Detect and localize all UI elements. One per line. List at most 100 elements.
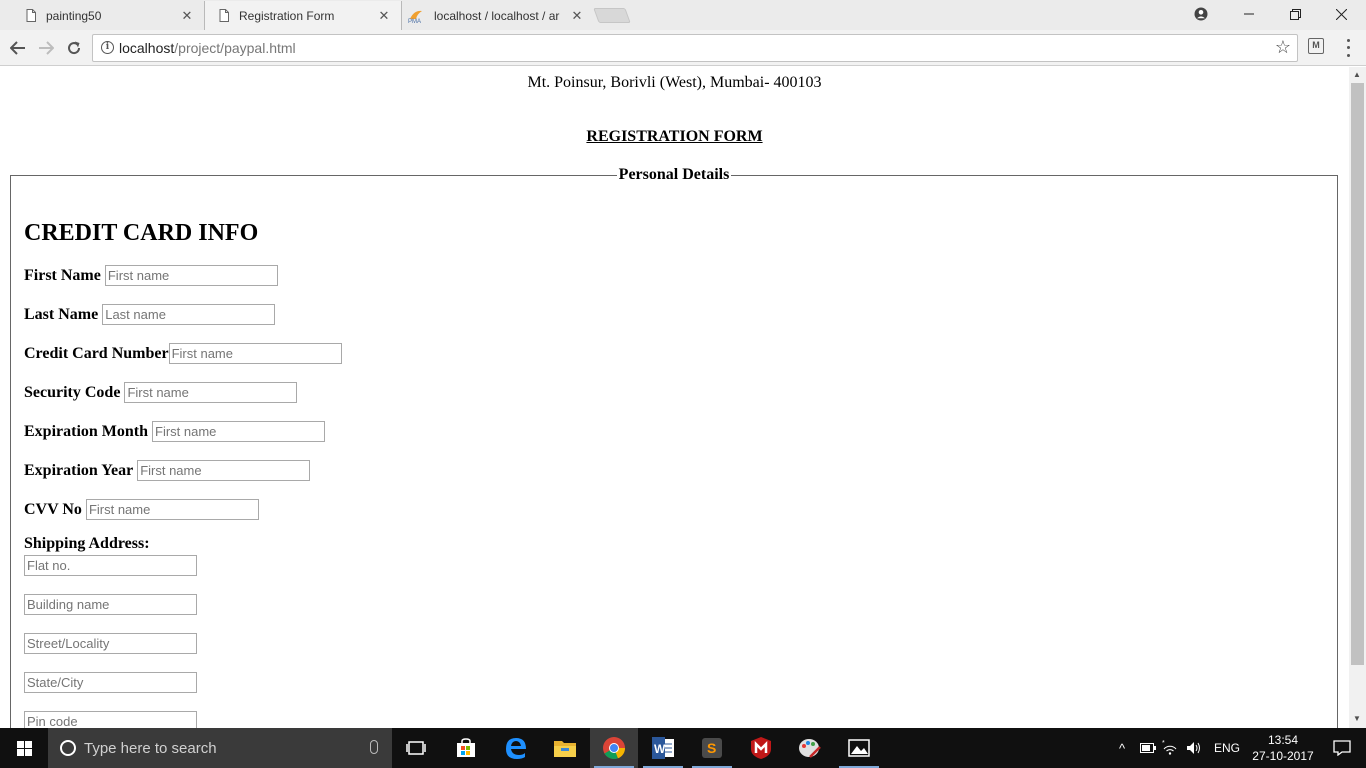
forward-button[interactable] xyxy=(34,36,58,60)
expiration-year-label: Expiration Year xyxy=(24,461,134,479)
close-icon[interactable]: ✕ xyxy=(570,8,584,24)
building-row xyxy=(24,594,197,615)
svg-text:*: * xyxy=(1162,740,1165,747)
last-name-label: Last Name xyxy=(24,305,99,323)
phpmyadmin-icon: PMA xyxy=(408,10,422,23)
state-city-row xyxy=(24,672,197,693)
security-code-label: Security Code xyxy=(24,383,121,401)
mcafee-icon[interactable] xyxy=(737,728,785,768)
system-tray: ^ * ENG xyxy=(1114,728,1240,768)
tab-strip: painting50 ✕ Registration Form ✕ PMA loc… xyxy=(0,0,1366,30)
address-bar[interactable]: i localhost/project/paypal.html ☆ xyxy=(92,34,1298,62)
restore-button[interactable] xyxy=(1272,0,1318,28)
clock-time: 13:54 xyxy=(1267,733,1299,747)
file-explorer-icon[interactable] xyxy=(541,728,589,768)
security-code-input[interactable] xyxy=(124,382,298,403)
cvv-input[interactable] xyxy=(85,499,259,520)
chevron-up-icon[interactable]: ^ xyxy=(1114,741,1130,756)
card-number-label: Credit Card Number xyxy=(24,344,169,362)
tab-phpmyadmin[interactable]: PMA localhost / localhost / ar ✕ xyxy=(400,1,594,30)
close-window-button[interactable] xyxy=(1318,0,1364,28)
info-icon[interactable]: i xyxy=(101,41,114,54)
volume-icon[interactable] xyxy=(1186,741,1202,755)
paint-icon[interactable] xyxy=(786,728,834,768)
start-button[interactable] xyxy=(0,728,48,768)
tab-title: localhost / localhost / ar xyxy=(434,8,560,23)
minimize-button[interactable] xyxy=(1226,0,1272,28)
svg-text:W: W xyxy=(654,742,666,756)
reload-button[interactable] xyxy=(62,36,86,60)
svg-text:PMA: PMA xyxy=(408,19,421,23)
building-name-input[interactable] xyxy=(24,594,197,615)
registration-form-title: REGISTRATION FORM xyxy=(586,128,763,145)
state-city-input[interactable] xyxy=(24,672,197,693)
vertical-scrollbar[interactable]: ▲ ▼ xyxy=(1349,67,1366,728)
search-placeholder: Type here to search xyxy=(84,739,217,757)
taskbar-clock[interactable]: 13:54 27-10-2017 xyxy=(1250,732,1316,764)
scroll-up-icon[interactable]: ▲ xyxy=(1353,70,1361,79)
pin-code-input[interactable] xyxy=(24,711,197,728)
last-name-input[interactable] xyxy=(102,304,276,325)
extension-icon[interactable]: M xyxy=(1308,38,1324,54)
page-icon xyxy=(219,9,229,22)
first-name-row: First Name xyxy=(24,265,278,286)
url-host: localhost xyxy=(119,40,175,56)
street-locality-input[interactable] xyxy=(24,633,197,654)
bookmark-star-icon[interactable]: ☆ xyxy=(1275,37,1291,58)
chrome-taskbar-icon[interactable] xyxy=(590,728,638,768)
pin-code-row xyxy=(24,711,197,728)
expiration-month-label: Expiration Month xyxy=(24,422,149,440)
security-code-row: Security Code xyxy=(24,382,298,403)
tab-registration-form[interactable]: Registration Form ✕ xyxy=(204,1,402,30)
taskbar-search[interactable]: Type here to search xyxy=(48,728,392,768)
word-icon[interactable]: W xyxy=(639,728,687,768)
profile-icon[interactable] xyxy=(1178,0,1224,28)
last-name-row: Last Name xyxy=(24,304,276,325)
fieldset-legend: Personal Details xyxy=(618,166,730,183)
tab-painting50[interactable]: painting50 ✕ xyxy=(8,1,204,30)
address-line: Mt. Poinsur, Borivli (West), Mumbai- 400… xyxy=(527,74,822,91)
windows-logo-icon xyxy=(16,740,32,756)
language-indicator[interactable]: ENG xyxy=(1214,741,1240,755)
cvv-row: CVV No xyxy=(24,499,259,520)
battery-icon[interactable] xyxy=(1140,743,1156,753)
microphone-icon[interactable] xyxy=(370,740,378,754)
cvv-label: CVV No xyxy=(24,500,82,518)
scroll-down-icon[interactable]: ▼ xyxy=(1353,714,1361,723)
first-name-label: First Name xyxy=(24,266,101,284)
wifi-icon[interactable]: * xyxy=(1162,740,1178,756)
task-view-button[interactable] xyxy=(392,728,440,768)
photos-icon[interactable] xyxy=(835,728,883,768)
close-icon[interactable]: ✕ xyxy=(377,8,391,24)
taskbar: Type here to search W S ^ * ENG 13:54 27… xyxy=(0,728,1366,768)
personal-details-fieldset: Personal Details CREDIT CARD INFO First … xyxy=(10,166,1338,728)
card-number-row: Credit Card Number xyxy=(24,343,342,364)
sublime-text-icon[interactable]: S xyxy=(688,728,736,768)
scroll-thumb[interactable] xyxy=(1351,83,1364,665)
action-center-icon[interactable] xyxy=(1318,728,1366,768)
flat-no-input[interactable] xyxy=(24,555,197,576)
first-name-input[interactable] xyxy=(104,265,278,286)
expiration-year-row: Expiration Year xyxy=(24,460,311,481)
edge-browser-icon[interactable] xyxy=(492,728,540,768)
tab-title: Registration Form xyxy=(239,8,335,23)
flat-row xyxy=(24,555,197,576)
search-icon xyxy=(60,740,76,756)
close-icon[interactable]: ✕ xyxy=(180,8,194,24)
new-tab-button[interactable] xyxy=(593,8,631,23)
page-viewport: Mt. Poinsur, Borivli (West), Mumbai- 400… xyxy=(0,67,1349,728)
browser-toolbar: i localhost/project/paypal.html ☆ M xyxy=(0,30,1366,66)
back-button[interactable] xyxy=(6,36,30,60)
card-number-input[interactable] xyxy=(168,343,342,364)
page-icon xyxy=(26,9,36,22)
expiration-month-input[interactable] xyxy=(152,421,326,442)
expiration-month-row: Expiration Month xyxy=(24,421,326,442)
tab-title: painting50 xyxy=(46,8,102,23)
store-icon[interactable] xyxy=(442,728,490,768)
shipping-address-label: Shipping Address: xyxy=(24,535,150,552)
expiration-year-input[interactable] xyxy=(137,460,311,481)
browser-menu-icon[interactable] xyxy=(1340,37,1356,59)
street-row xyxy=(24,633,197,654)
clock-date: 27-10-2017 xyxy=(1252,749,1314,763)
url-text: localhost/project/paypal.html xyxy=(119,40,296,56)
